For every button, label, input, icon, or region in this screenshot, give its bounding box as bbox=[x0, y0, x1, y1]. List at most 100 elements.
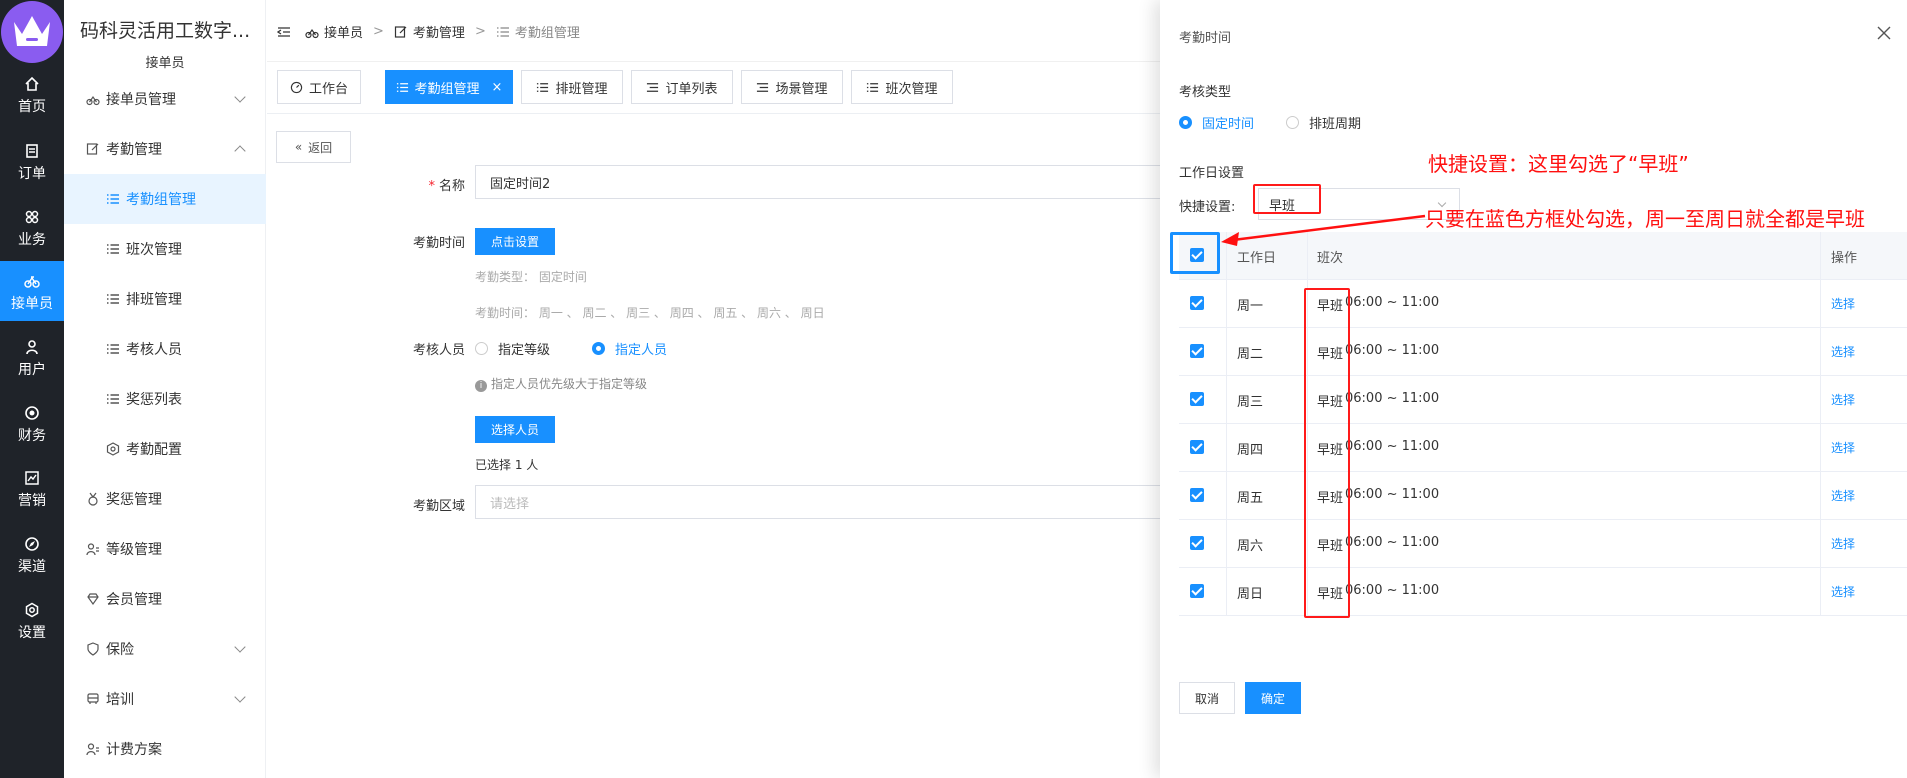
radio-fixed-time[interactable]: 固定时间 bbox=[1179, 113, 1254, 132]
row-checkbox[interactable] bbox=[1190, 392, 1204, 406]
row-checkbox[interactable] bbox=[1190, 536, 1204, 550]
menu-item-attendance-group[interactable]: 考勤组管理 bbox=[64, 174, 266, 224]
rail-item-settings[interactable]: 设置 bbox=[0, 590, 64, 650]
cancel-button[interactable]: 取消 bbox=[1179, 682, 1235, 714]
row-checkbox[interactable] bbox=[1190, 344, 1204, 358]
tab-order-list[interactable]: 订单列表 bbox=[631, 70, 733, 104]
breadcrumb-separator: > bbox=[474, 24, 486, 39]
menu-item-level-management[interactable]: 等级管理 bbox=[64, 524, 266, 574]
rail-label: 订单 bbox=[18, 166, 46, 182]
table-row: 周一 早班 06:00 ~ 11:00 选择 bbox=[1179, 280, 1907, 328]
confirm-button[interactable]: 确定 bbox=[1245, 682, 1301, 714]
attendance-area-select[interactable]: 请选择 bbox=[475, 485, 1175, 519]
close-icon[interactable]: × bbox=[492, 80, 503, 95]
menu-item-shift[interactable]: 班次管理 bbox=[64, 224, 266, 274]
menu-item-reward-management[interactable]: 奖惩管理 bbox=[64, 474, 266, 524]
back-button[interactable]: « 返回 bbox=[276, 131, 351, 163]
table-row: 周三 早班 06:00 ~ 11:00 选择 bbox=[1179, 376, 1907, 424]
row-checkbox[interactable] bbox=[1190, 296, 1204, 310]
menu-item-member-management[interactable]: 会员管理 bbox=[64, 574, 266, 624]
select-shift-link[interactable]: 选择 bbox=[1831, 391, 1855, 408]
cell-day: 周二 bbox=[1237, 347, 1264, 362]
tab-dashboard[interactable]: 工作台 bbox=[277, 70, 361, 104]
home-icon bbox=[25, 76, 39, 91]
rail-item-finance[interactable]: 财务 bbox=[0, 393, 64, 453]
secondary-menu: 码科灵活用工数字... 接单员 接单员管理 考勤管理 考勤组管理 班次管理 排班… bbox=[64, 0, 266, 778]
menu-item-insurance[interactable]: 保险 bbox=[64, 624, 266, 674]
menu-item-attendance-config[interactable]: 考勤配置 bbox=[64, 424, 266, 474]
menu-label: 保险 bbox=[106, 642, 134, 658]
rail-item-home[interactable]: 首页 bbox=[0, 64, 64, 124]
menu-item-reward-list[interactable]: 奖惩列表 bbox=[64, 374, 266, 424]
tab-scheduling[interactable]: 排班管理 bbox=[521, 70, 623, 104]
menu-label: 班次管理 bbox=[126, 242, 182, 258]
rail-item-user[interactable]: 用户 bbox=[0, 327, 64, 387]
tab-label: 场景管理 bbox=[775, 81, 828, 97]
menu-section-title: 接单员 bbox=[145, 56, 185, 71]
rail-item-order[interactable]: 订单 bbox=[0, 131, 64, 191]
menu-label: 考勤管理 bbox=[106, 142, 162, 158]
tab-shift-management[interactable]: 班次管理 bbox=[851, 70, 953, 104]
select-shift-link[interactable]: 选择 bbox=[1831, 535, 1855, 552]
menu-label: 接单员管理 bbox=[106, 92, 176, 108]
menu-item-rider-management[interactable]: 接单员管理 bbox=[64, 74, 266, 124]
breadcrumb-item[interactable]: 接单员 bbox=[324, 22, 363, 41]
select-shift-link[interactable]: 选择 bbox=[1831, 439, 1855, 456]
breadcrumb-item[interactable]: 考勤管理 bbox=[413, 22, 465, 41]
align-icon bbox=[757, 82, 769, 92]
rail-item-channel[interactable]: 渠道 bbox=[0, 524, 64, 584]
menu-item-attendance[interactable]: 考勤管理 bbox=[64, 124, 266, 174]
annotation-arrow bbox=[1221, 214, 1426, 246]
menu-item-training[interactable]: 培训 bbox=[64, 674, 266, 724]
menu-fold-icon[interactable] bbox=[277, 25, 291, 39]
rail-label: 财务 bbox=[18, 428, 46, 444]
select-shift-link[interactable]: 选择 bbox=[1831, 343, 1855, 360]
click-to-set-button[interactable]: 点击设置 bbox=[475, 228, 555, 255]
menu-label: 奖惩列表 bbox=[126, 392, 182, 408]
chevron-down-icon bbox=[234, 691, 246, 703]
rail-label: 设置 bbox=[18, 625, 46, 641]
rail-item-marketing[interactable]: 营销 bbox=[0, 458, 64, 518]
select-staff-button[interactable]: 选择人员 bbox=[475, 416, 555, 443]
crown-icon bbox=[14, 16, 50, 46]
table-row: 周五 早班 06:00 ~ 11:00 选择 bbox=[1179, 472, 1907, 520]
radio-shift-cycle[interactable]: 排班周期 bbox=[1286, 113, 1361, 132]
row-checkbox[interactable] bbox=[1190, 440, 1204, 454]
menu-label: 会员管理 bbox=[106, 592, 162, 608]
list-icon bbox=[396, 82, 408, 92]
marketing-icon bbox=[25, 471, 39, 485]
rail-item-business[interactable]: 业务 bbox=[0, 197, 64, 257]
users-icon bbox=[86, 743, 99, 756]
close-icon[interactable] bbox=[1875, 24, 1893, 42]
menu-item-assessed-staff[interactable]: 考核人员 bbox=[64, 324, 266, 374]
name-input[interactable]: 固定时间2 bbox=[475, 165, 1175, 199]
name-label: * 名称 bbox=[428, 179, 465, 194]
chevron-down-icon bbox=[234, 91, 246, 103]
finance-icon bbox=[25, 406, 39, 420]
user-icon bbox=[26, 340, 38, 355]
menu-item-billing-plan[interactable]: 计费方案 bbox=[64, 724, 266, 774]
radio-specify-person[interactable]: 指定人员 bbox=[592, 339, 667, 358]
select-shift-link[interactable]: 选择 bbox=[1831, 295, 1855, 312]
hexagon-icon bbox=[106, 442, 120, 456]
tab-attendance-group[interactable]: 考勤组管理 × bbox=[385, 70, 513, 104]
select-shift-link[interactable]: 选择 bbox=[1831, 487, 1855, 504]
row-checkbox[interactable] bbox=[1190, 488, 1204, 502]
attendance-days-summary: 考勤时间： 周一 、 周二 、 周三 、 周四 、 周五 、 周六 、 周日 bbox=[475, 306, 825, 320]
tab-scene-management[interactable]: 场景管理 bbox=[741, 70, 843, 104]
workday-settings-label: 工作日设置 bbox=[1179, 166, 1245, 181]
menu-item-scheduling[interactable]: 排班管理 bbox=[64, 274, 266, 324]
attendance-time-label: 考勤时间 bbox=[412, 236, 465, 251]
assessed-staff-label: 考核人员 bbox=[412, 343, 465, 358]
list-icon bbox=[107, 194, 119, 204]
bike-icon bbox=[86, 95, 100, 106]
cell-time: 06:00 ~ 11:00 bbox=[1345, 343, 1440, 358]
cell-time: 06:00 ~ 11:00 bbox=[1345, 535, 1440, 550]
select-shift-link[interactable]: 选择 bbox=[1831, 583, 1855, 600]
list-icon bbox=[867, 82, 879, 92]
row-checkbox[interactable] bbox=[1190, 584, 1204, 598]
chevron-down-icon bbox=[234, 641, 246, 653]
radio-specify-level[interactable]: 指定等级 bbox=[475, 339, 550, 358]
rail-item-rider[interactable]: 接单员 bbox=[0, 261, 64, 321]
list-icon bbox=[107, 294, 119, 304]
